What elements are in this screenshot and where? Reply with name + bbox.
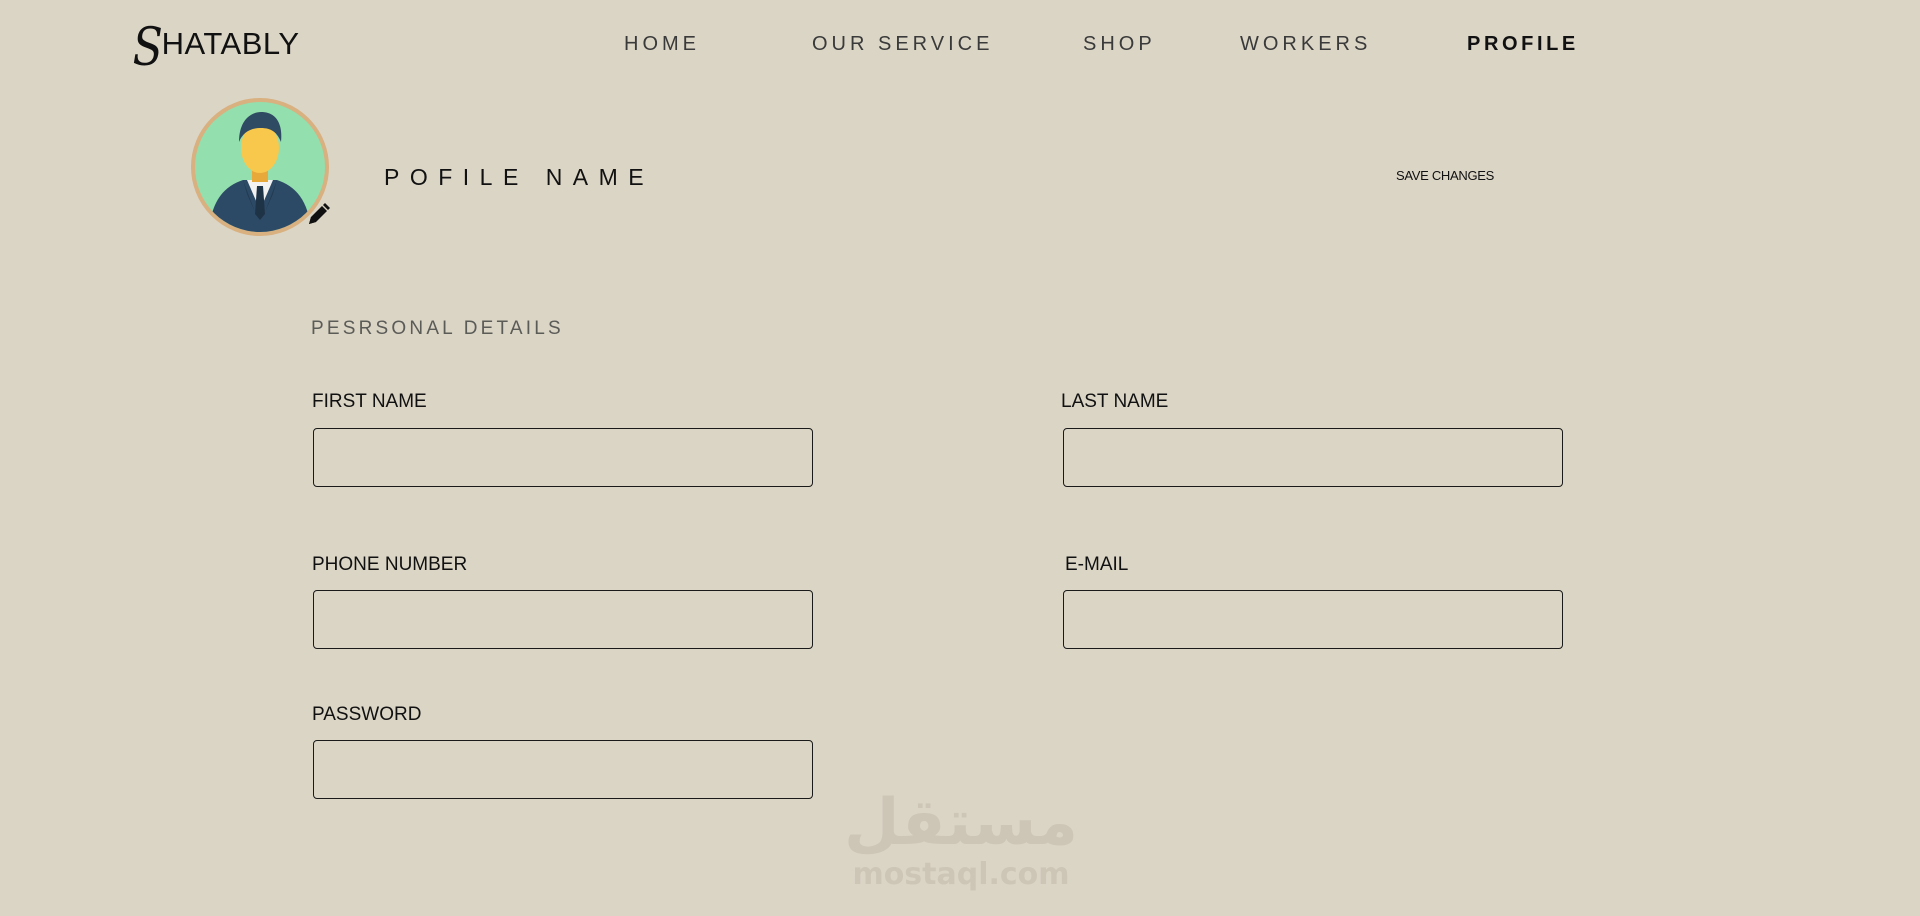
logo-text: HATABLY (161, 26, 300, 61)
last-name-input[interactable] (1063, 428, 1563, 487)
profile-name: POFILE NAME (384, 164, 655, 190)
first-name-label: FIRST NAME (312, 391, 427, 412)
first-name-input[interactable] (313, 428, 813, 487)
password-label: PASSWORD (312, 704, 422, 725)
nav-item-shop[interactable]: SHOP (1083, 33, 1156, 56)
brand-logo[interactable]: S HATABLY (130, 22, 300, 82)
save-changes-button[interactable]: SAVE CHANGES (1396, 168, 1494, 183)
nav-item-profile[interactable]: PROFILE (1467, 33, 1579, 56)
watermark-arabic: مستقل (843, 786, 1079, 860)
password-input[interactable] (313, 740, 813, 799)
phone-number-input[interactable] (313, 590, 813, 649)
watermark-latin: mostaql.com (852, 857, 1070, 892)
logo-initial: S (132, 18, 163, 78)
nav-item-home[interactable]: HOME (624, 33, 700, 56)
pencil-icon[interactable] (305, 202, 331, 228)
phone-number-label: PHONE NUMBER (312, 554, 468, 575)
email-label: E-MAIL (1065, 554, 1129, 575)
nav-item-workers[interactable]: WORKERS (1240, 33, 1371, 56)
section-title: PESRSONAL DETAILS (311, 318, 564, 339)
watermark: مستقل mostaql.com (843, 788, 1079, 892)
last-name-label: LAST NAME (1061, 391, 1169, 412)
profile-avatar-wrapper (191, 98, 331, 236)
email-input[interactable] (1063, 590, 1563, 649)
nav-item-our-service[interactable]: OUR SERVICE (812, 33, 993, 56)
